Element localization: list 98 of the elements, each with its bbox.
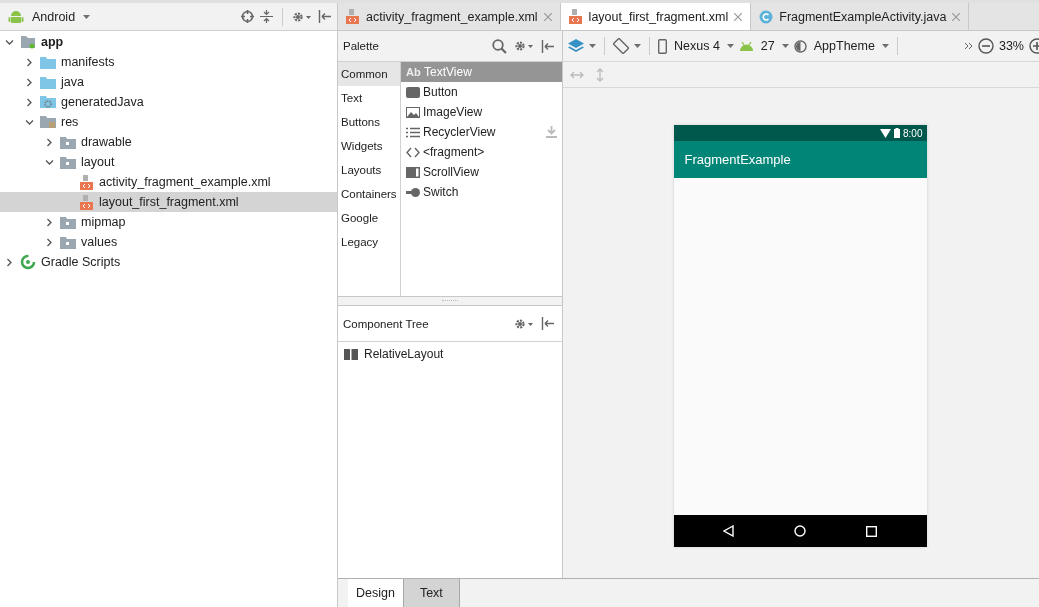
zoom-out-icon[interactable] <box>977 38 994 54</box>
palette-category[interactable]: Legacy <box>338 230 400 254</box>
code-brackets-icon <box>406 146 420 158</box>
scrollview-icon <box>406 166 420 178</box>
module-folder-icon <box>20 35 36 49</box>
tree-item[interactable]: layout <box>0 152 337 172</box>
xml-file-icon <box>346 9 360 24</box>
hide-panel-icon[interactable] <box>541 317 554 330</box>
collapse-all-icon[interactable] <box>260 10 273 23</box>
image-icon <box>406 106 420 118</box>
gradle-icon <box>20 254 36 270</box>
theme-icon <box>793 39 807 53</box>
search-icon[interactable] <box>492 38 507 54</box>
caret-icon <box>83 14 91 19</box>
close-icon[interactable] <box>734 12 743 21</box>
folder-icon <box>60 135 76 149</box>
device-dropdown[interactable]: Nexus 4 <box>672 39 722 53</box>
folder-icon <box>60 235 76 249</box>
generated-folder-icon <box>40 95 56 109</box>
status-time: 8:00 <box>903 127 923 139</box>
back-icon <box>723 525 735 537</box>
palette-item[interactable]: Switch <box>401 182 562 202</box>
palette-item[interactable]: Button <box>401 82 562 102</box>
palette-item[interactable]: ScrollView <box>401 162 562 182</box>
palette-item[interactable]: RecyclerView <box>401 122 562 142</box>
phone-icon <box>658 38 667 54</box>
palette-category[interactable]: Google <box>338 206 400 230</box>
palette-category[interactable]: Containers <box>338 182 400 206</box>
editor-mode-tab[interactable]: Design <box>348 579 404 607</box>
zoom-level: 33% <box>998 39 1024 53</box>
xml-file-icon <box>80 174 94 190</box>
tree-item[interactable]: drawable <box>0 132 337 152</box>
caret-icon <box>634 44 641 48</box>
tree-item[interactable]: mipmap <box>0 212 337 232</box>
class-file-icon <box>759 9 774 24</box>
android-icon <box>8 8 24 25</box>
palette-category[interactable]: Common <box>338 62 400 86</box>
tree-item[interactable]: manifests <box>0 52 337 72</box>
chevron-down-icon[interactable] <box>25 117 34 127</box>
layers-icon[interactable] <box>568 38 584 54</box>
tree-item[interactable]: Gradle Scripts <box>0 252 337 272</box>
chevron-right-icon[interactable] <box>5 257 14 267</box>
tree-item[interactable]: activity_fragment_example.xml <box>0 172 337 192</box>
chevron-right-icon[interactable] <box>45 137 54 147</box>
palette-item[interactable]: ImageView <box>401 102 562 122</box>
recents-icon <box>865 525 877 537</box>
palette-item[interactable]: <fragment> <box>401 142 562 162</box>
project-view-dropdown[interactable]: Android <box>30 9 78 24</box>
caret-icon <box>881 44 889 48</box>
palette-category[interactable]: Buttons <box>338 110 400 134</box>
settings-icon[interactable] <box>514 317 534 330</box>
component-tree-title: Component Tree <box>343 317 429 330</box>
hide-panel-icon[interactable] <box>318 10 331 23</box>
tree-item[interactable]: values <box>0 232 337 252</box>
wifi-icon <box>880 128 892 138</box>
editor-tab[interactable]: layout_first_fragment.xml <box>560 3 752 30</box>
palette-category[interactable]: Text <box>338 86 400 110</box>
android-icon <box>738 41 754 51</box>
api-level-dropdown[interactable]: 27 <box>758 39 777 53</box>
home-icon <box>794 525 806 537</box>
caret-icon <box>781 44 789 48</box>
xml-file-icon <box>80 194 94 210</box>
settings-icon[interactable] <box>292 10 312 23</box>
tree-item[interactable]: layout_first_fragment.xml <box>0 192 337 212</box>
tree-item[interactable]: res <box>0 112 337 132</box>
editor-tab[interactable]: activity_fragment_example.xml <box>338 3 561 30</box>
xml-file-icon <box>568 9 583 24</box>
tree-item[interactable]: java <box>0 72 337 92</box>
caret-icon <box>589 44 596 48</box>
palette-category[interactable]: Widgets <box>338 134 400 158</box>
list-icon <box>406 126 420 138</box>
more-icon[interactable] <box>964 43 973 49</box>
tree-item[interactable]: app <box>0 32 337 52</box>
switch-icon <box>406 187 420 197</box>
folder-icon <box>40 75 56 89</box>
folder-icon <box>40 55 56 69</box>
theme-dropdown[interactable]: AppTheme <box>811 39 877 53</box>
button-icon <box>406 86 420 98</box>
palette-title: Palette <box>343 40 379 52</box>
hide-panel-icon[interactable] <box>541 39 554 53</box>
rotate-icon[interactable] <box>613 38 629 54</box>
palette-category[interactable]: Layouts <box>338 158 400 182</box>
layout-icon <box>344 348 358 360</box>
resource-folder-icon <box>40 115 56 129</box>
settings-icon[interactable] <box>514 40 534 52</box>
locate-icon[interactable] <box>241 10 254 23</box>
chevron-down-icon[interactable] <box>5 37 14 47</box>
folder-icon <box>60 155 76 169</box>
battery-icon <box>894 128 901 138</box>
textview-icon: Ab <box>406 66 421 78</box>
component-tree-item[interactable]: RelativeLayout <box>338 344 562 364</box>
folder-icon <box>60 215 76 229</box>
tree-item[interactable]: generatedJava <box>0 92 337 112</box>
chevron-down-icon[interactable] <box>45 157 54 167</box>
caret-icon <box>726 44 734 48</box>
editor-mode-tab[interactable]: Text <box>403 579 460 607</box>
editor-tab[interactable]: FragmentExampleActivity.java <box>751 3 970 30</box>
app-title: FragmentExample <box>684 152 791 167</box>
